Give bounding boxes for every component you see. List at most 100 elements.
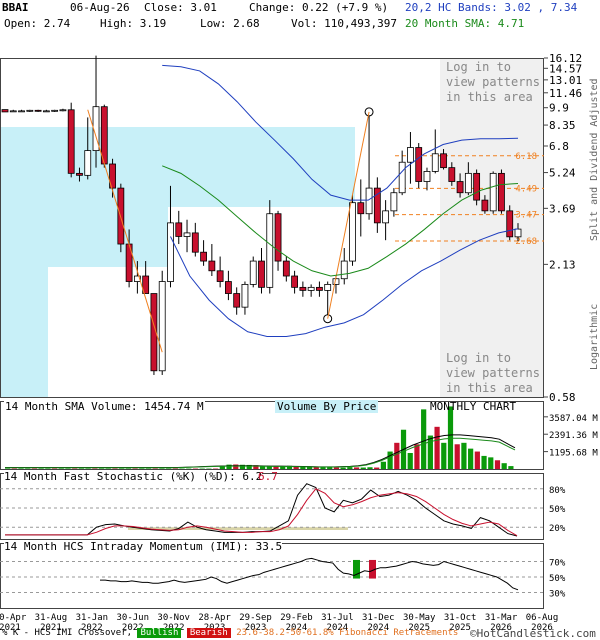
candle-body [191, 232, 199, 253]
candle-body [9, 110, 17, 113]
price-tick-label: 3.69 [549, 202, 576, 215]
split-adjusted-label: Split and Dividend Adjusted [589, 78, 600, 241]
candle-body [200, 251, 207, 262]
price-tick-label: 5.24 [549, 167, 576, 180]
volume-bar [333, 467, 340, 469]
candle-body [506, 210, 514, 238]
candle-body [183, 232, 191, 237]
x-axis-label: 30-Apr [0, 613, 27, 623]
x-axis-label: 31-Jul [321, 613, 354, 623]
volume-bar [374, 467, 380, 469]
bullish-legend: Bullish [137, 628, 182, 638]
volume-bar [233, 464, 239, 469]
candle-body [390, 192, 398, 212]
candle-body [464, 172, 472, 194]
candle-body [357, 202, 365, 215]
volume-bar [380, 461, 386, 469]
volume-bar [488, 457, 494, 469]
candle-body [514, 228, 522, 238]
crossover-legend: % K - HCS IMI Crossover, [2, 628, 133, 638]
volume-tick-label: 1195.68 M [549, 449, 598, 459]
stochastic-d-value: 6.7 [258, 470, 278, 483]
candle-body [233, 293, 241, 308]
x-axis-label: 31-Mar [485, 613, 518, 623]
brand-name: ©HotCandlestick.com [470, 627, 596, 640]
pattern-region [440, 58, 544, 397]
vbp-zone-left [48, 127, 168, 267]
stochastic-tick-label: 80% [549, 486, 566, 496]
x-axis-label: 28-Apr [198, 613, 231, 623]
x-axis-label: 29-Sep [239, 613, 272, 623]
x-axis-label: 30-Jun [117, 613, 150, 623]
candle-body [407, 147, 414, 163]
volume-bar [421, 409, 427, 469]
candle-body [167, 222, 174, 282]
candle-body [431, 153, 439, 172]
candle-body [76, 172, 83, 176]
volume-tick-label: 2391.36 M [549, 431, 598, 441]
price-tick-label: 9.9 [549, 102, 569, 115]
volume-tick-label: 3587.04 M [549, 414, 598, 424]
candle-body [324, 283, 332, 291]
momentum-tick-label: 70% [549, 559, 566, 569]
candle-body [307, 286, 315, 291]
volume-bar [441, 442, 447, 469]
candle-body [67, 109, 75, 174]
watermark-line: view patterns [446, 75, 540, 89]
volume-bar [414, 444, 420, 469]
candle-body [249, 260, 257, 285]
fibonacci-label: 4.49 [515, 184, 537, 194]
price-tick-label: 8.35 [549, 119, 576, 132]
volume-bar [474, 451, 480, 469]
x-axis-label: 29-Feb [280, 613, 313, 623]
volume-bar [447, 406, 454, 469]
candle-body [473, 172, 481, 201]
momentum-tick-label: 50% [549, 574, 566, 584]
fibonacci-label: 2.68 [515, 237, 537, 247]
candle-body [59, 109, 67, 112]
candle-body [266, 213, 274, 288]
volume-bar [367, 467, 373, 469]
volume-bar [461, 442, 467, 469]
candle-body [34, 109, 42, 112]
watermark-line: Log in to [446, 351, 512, 365]
fibonacci-legend: 23.6-38.2-50-61.8% Fibonacci Retracement… [236, 628, 459, 638]
log-scale-label: Logarithmic [589, 303, 600, 370]
price-tick-label: 6.8 [549, 140, 569, 153]
chart-page: BBAI 06-Aug-26 Close: 3.01 Change: 0.22 … [0, 0, 600, 640]
volume-bar [501, 463, 507, 469]
candle-body [51, 109, 59, 112]
candle-body [481, 199, 489, 212]
candle-body [282, 260, 290, 277]
candle-body [26, 109, 34, 112]
momentum-tick-label: 30% [549, 590, 566, 600]
candle-body [18, 110, 25, 113]
watermark-line: view patterns [446, 366, 540, 380]
stochastic-panel-title: 14 Month Fast Stochastic (%K) (%D): 6.2 [4, 470, 263, 483]
volume-bar [327, 467, 333, 469]
volume-bar [353, 467, 360, 469]
candle-body [440, 153, 447, 169]
candle-body [316, 286, 323, 291]
x-axis-label: 31-Jan [76, 613, 109, 623]
x-axis-label: 31-Oct [444, 613, 477, 623]
candle-body [274, 213, 282, 262]
volume-bar [454, 444, 460, 469]
volume-bar [340, 467, 346, 469]
candle-body [158, 281, 166, 372]
volume-bar [434, 426, 440, 469]
candle-body [340, 260, 348, 280]
momentum-panel-frame [0, 543, 544, 609]
volume-bar [387, 451, 393, 469]
candle-body [349, 202, 356, 262]
fibonacci-label: 6.18 [515, 152, 537, 162]
candle-body [448, 167, 456, 182]
volume-bar [407, 453, 413, 469]
watermark-line: in this area [446, 90, 533, 104]
x-axis-label: 30-Nov [157, 613, 190, 623]
footer-legend: % K - HCS IMI Crossover, Bullish Bearish… [2, 628, 458, 638]
stochastic-tick-label: 50% [549, 505, 566, 515]
x-axis-label: 31-Dec [362, 613, 395, 623]
volume-by-price-label: Volume By Price [275, 400, 379, 413]
momentum-panel-title: 14 Month HCS Intraday Momentum (IMI): 33… [4, 540, 283, 553]
